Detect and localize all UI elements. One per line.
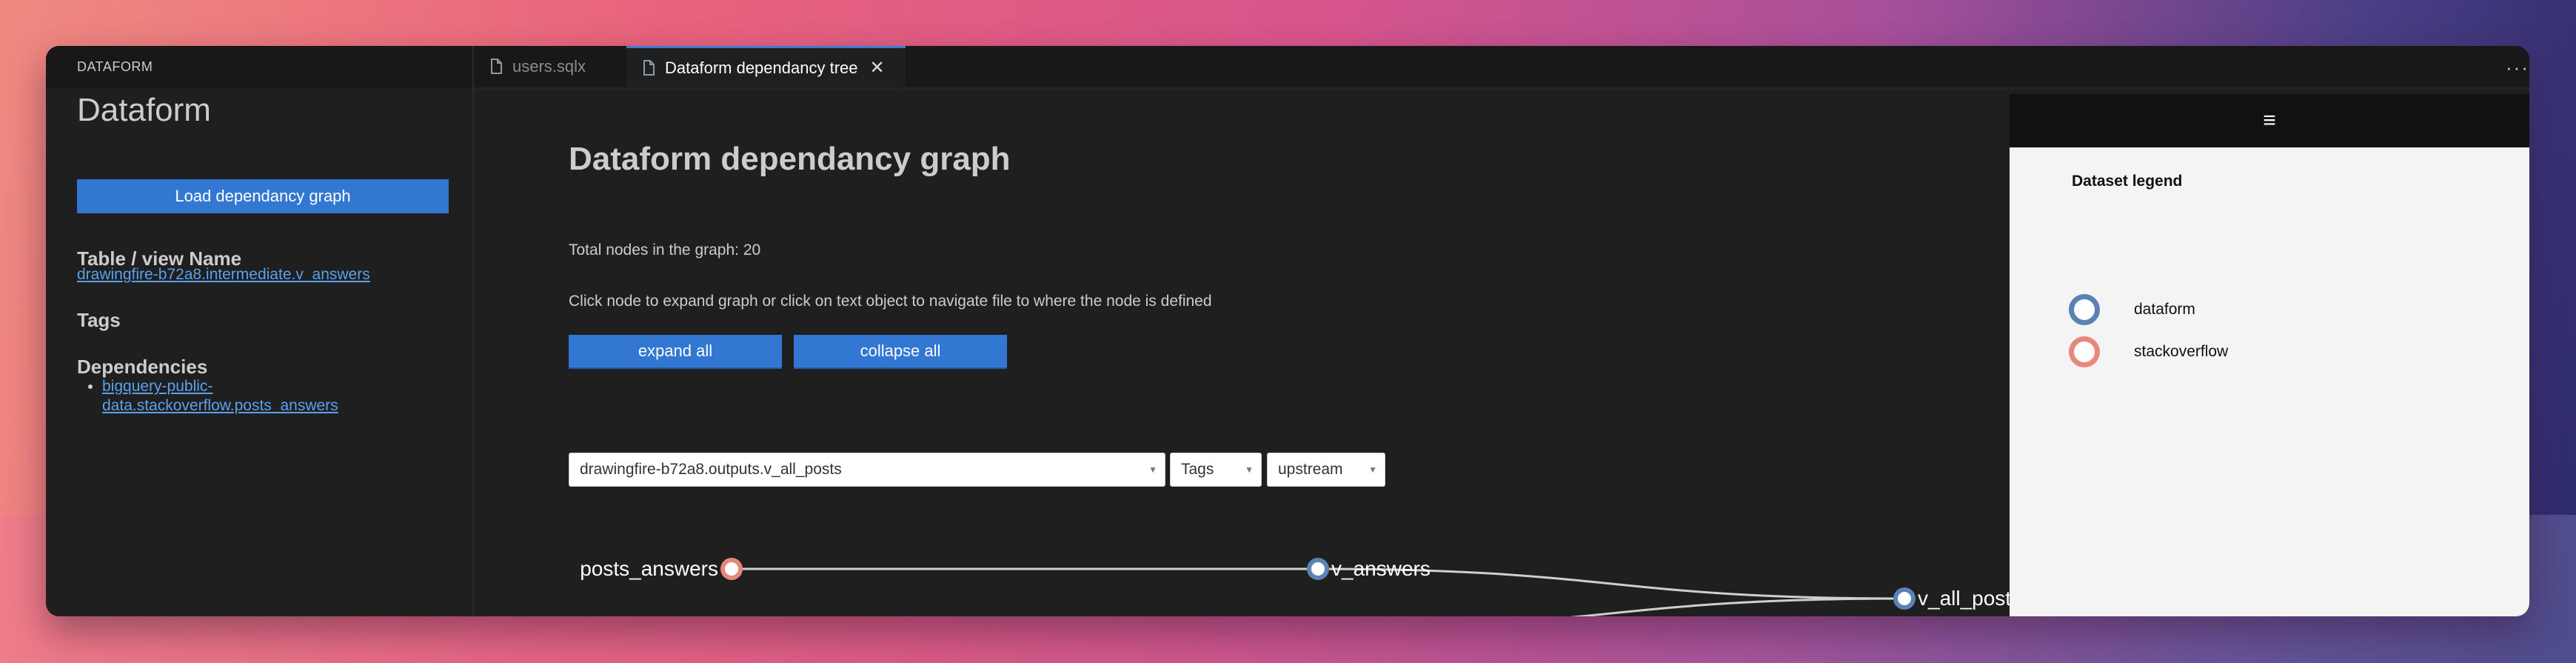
tab-users-sqlx[interactable]: users.sqlx: [474, 46, 627, 87]
file-icon: [491, 59, 502, 74]
page-title: Dataform dependancy graph: [569, 141, 1011, 177]
dependency-link[interactable]: bigquery-public-data.stackoverflow.posts…: [102, 378, 338, 414]
chevron-down-icon: ▼: [1148, 464, 1157, 475]
tags-select[interactable]: Tags ▼: [1170, 453, 1262, 487]
expand-all-button[interactable]: expand all: [569, 335, 782, 369]
dependencies-heading: Dependencies: [77, 356, 208, 378]
graph-edge: [1570, 597, 1905, 616]
graph-view: Dataform dependancy graph Total nodes in…: [474, 89, 2010, 616]
sidebar-title: Dataform: [77, 92, 211, 128]
graph-node-label[interactable]: v_answers: [1331, 557, 1431, 580]
stackoverflow-ring-icon: [2069, 336, 2100, 367]
graph-node-label[interactable]: posts_answers: [580, 557, 718, 580]
model-select-value: drawingfire-b72a8.outputs.v_all_posts: [580, 461, 842, 478]
legend-item-dataform: dataform: [2069, 294, 2195, 325]
sidebar: DATAFORM Dataform Load dependancy graph …: [46, 46, 474, 616]
dependency-item: bigquery-public-data.stackoverflow.posts…: [102, 377, 413, 416]
dependencies-list: bigquery-public-data.stackoverflow.posts…: [77, 377, 413, 416]
collapse-all-button[interactable]: collapse all: [794, 335, 1007, 369]
dataform-ring-icon: [2069, 294, 2100, 325]
hamburger-menu-icon[interactable]: ≡: [2263, 108, 2276, 133]
direction-select-value: upstream: [1278, 461, 1343, 478]
legend-label: dataform: [2134, 301, 2195, 318]
sidebar-header: DATAFORM: [46, 46, 472, 87]
editor-window: DATAFORM Dataform Load dependancy graph …: [46, 46, 2529, 616]
close-tab-icon[interactable]: ✕: [870, 57, 885, 79]
graph-node-posts-answers[interactable]: [720, 558, 743, 580]
table-view-link[interactable]: drawingfire-b72a8.intermediate.v_answers: [77, 266, 370, 284]
chevron-down-icon: ▼: [1368, 464, 1377, 475]
total-nodes-text: Total nodes in the graph: 20: [569, 241, 761, 259]
model-select[interactable]: drawingfire-b72a8.outputs.v_all_posts ▼: [569, 453, 1165, 487]
chevron-down-icon: ▼: [1245, 464, 1254, 475]
legend-item-stackoverflow: stackoverflow: [2069, 336, 2228, 367]
tab-label: users.sqlx: [512, 57, 586, 76]
legend-label: stackoverflow: [2134, 343, 2229, 360]
tab-label: Dataform dependancy tree: [665, 58, 858, 77]
more-actions-icon[interactable]: ···: [2506, 56, 2529, 79]
instructions-text: Click node to expand graph or click on t…: [569, 293, 1212, 310]
load-dependancy-graph-button[interactable]: Load dependancy graph: [77, 179, 449, 213]
graph-node-v-answers[interactable]: [1307, 558, 1329, 580]
graph-node-v-all-posts[interactable]: [1893, 587, 1916, 610]
tab-bar: users.sqlx Dataform dependancy tree ✕ ··…: [474, 46, 2529, 89]
tab-dependancy-tree[interactable]: Dataform dependancy tree ✕: [626, 46, 906, 87]
legend-title: Dataset legend: [2072, 173, 2183, 190]
legend-menu-toggle[interactable]: ≡: [2010, 94, 2529, 147]
graph-node-label[interactable]: v_all_posts: [1918, 587, 2010, 610]
tags-select-value: Tags: [1181, 461, 1214, 478]
file-icon: [643, 59, 655, 76]
tags-heading: Tags: [77, 309, 121, 331]
legend-panel: ≡ Dataset legend dataform stackoverflow: [2010, 94, 2529, 616]
direction-select[interactable]: upstream ▼: [1267, 453, 1385, 487]
